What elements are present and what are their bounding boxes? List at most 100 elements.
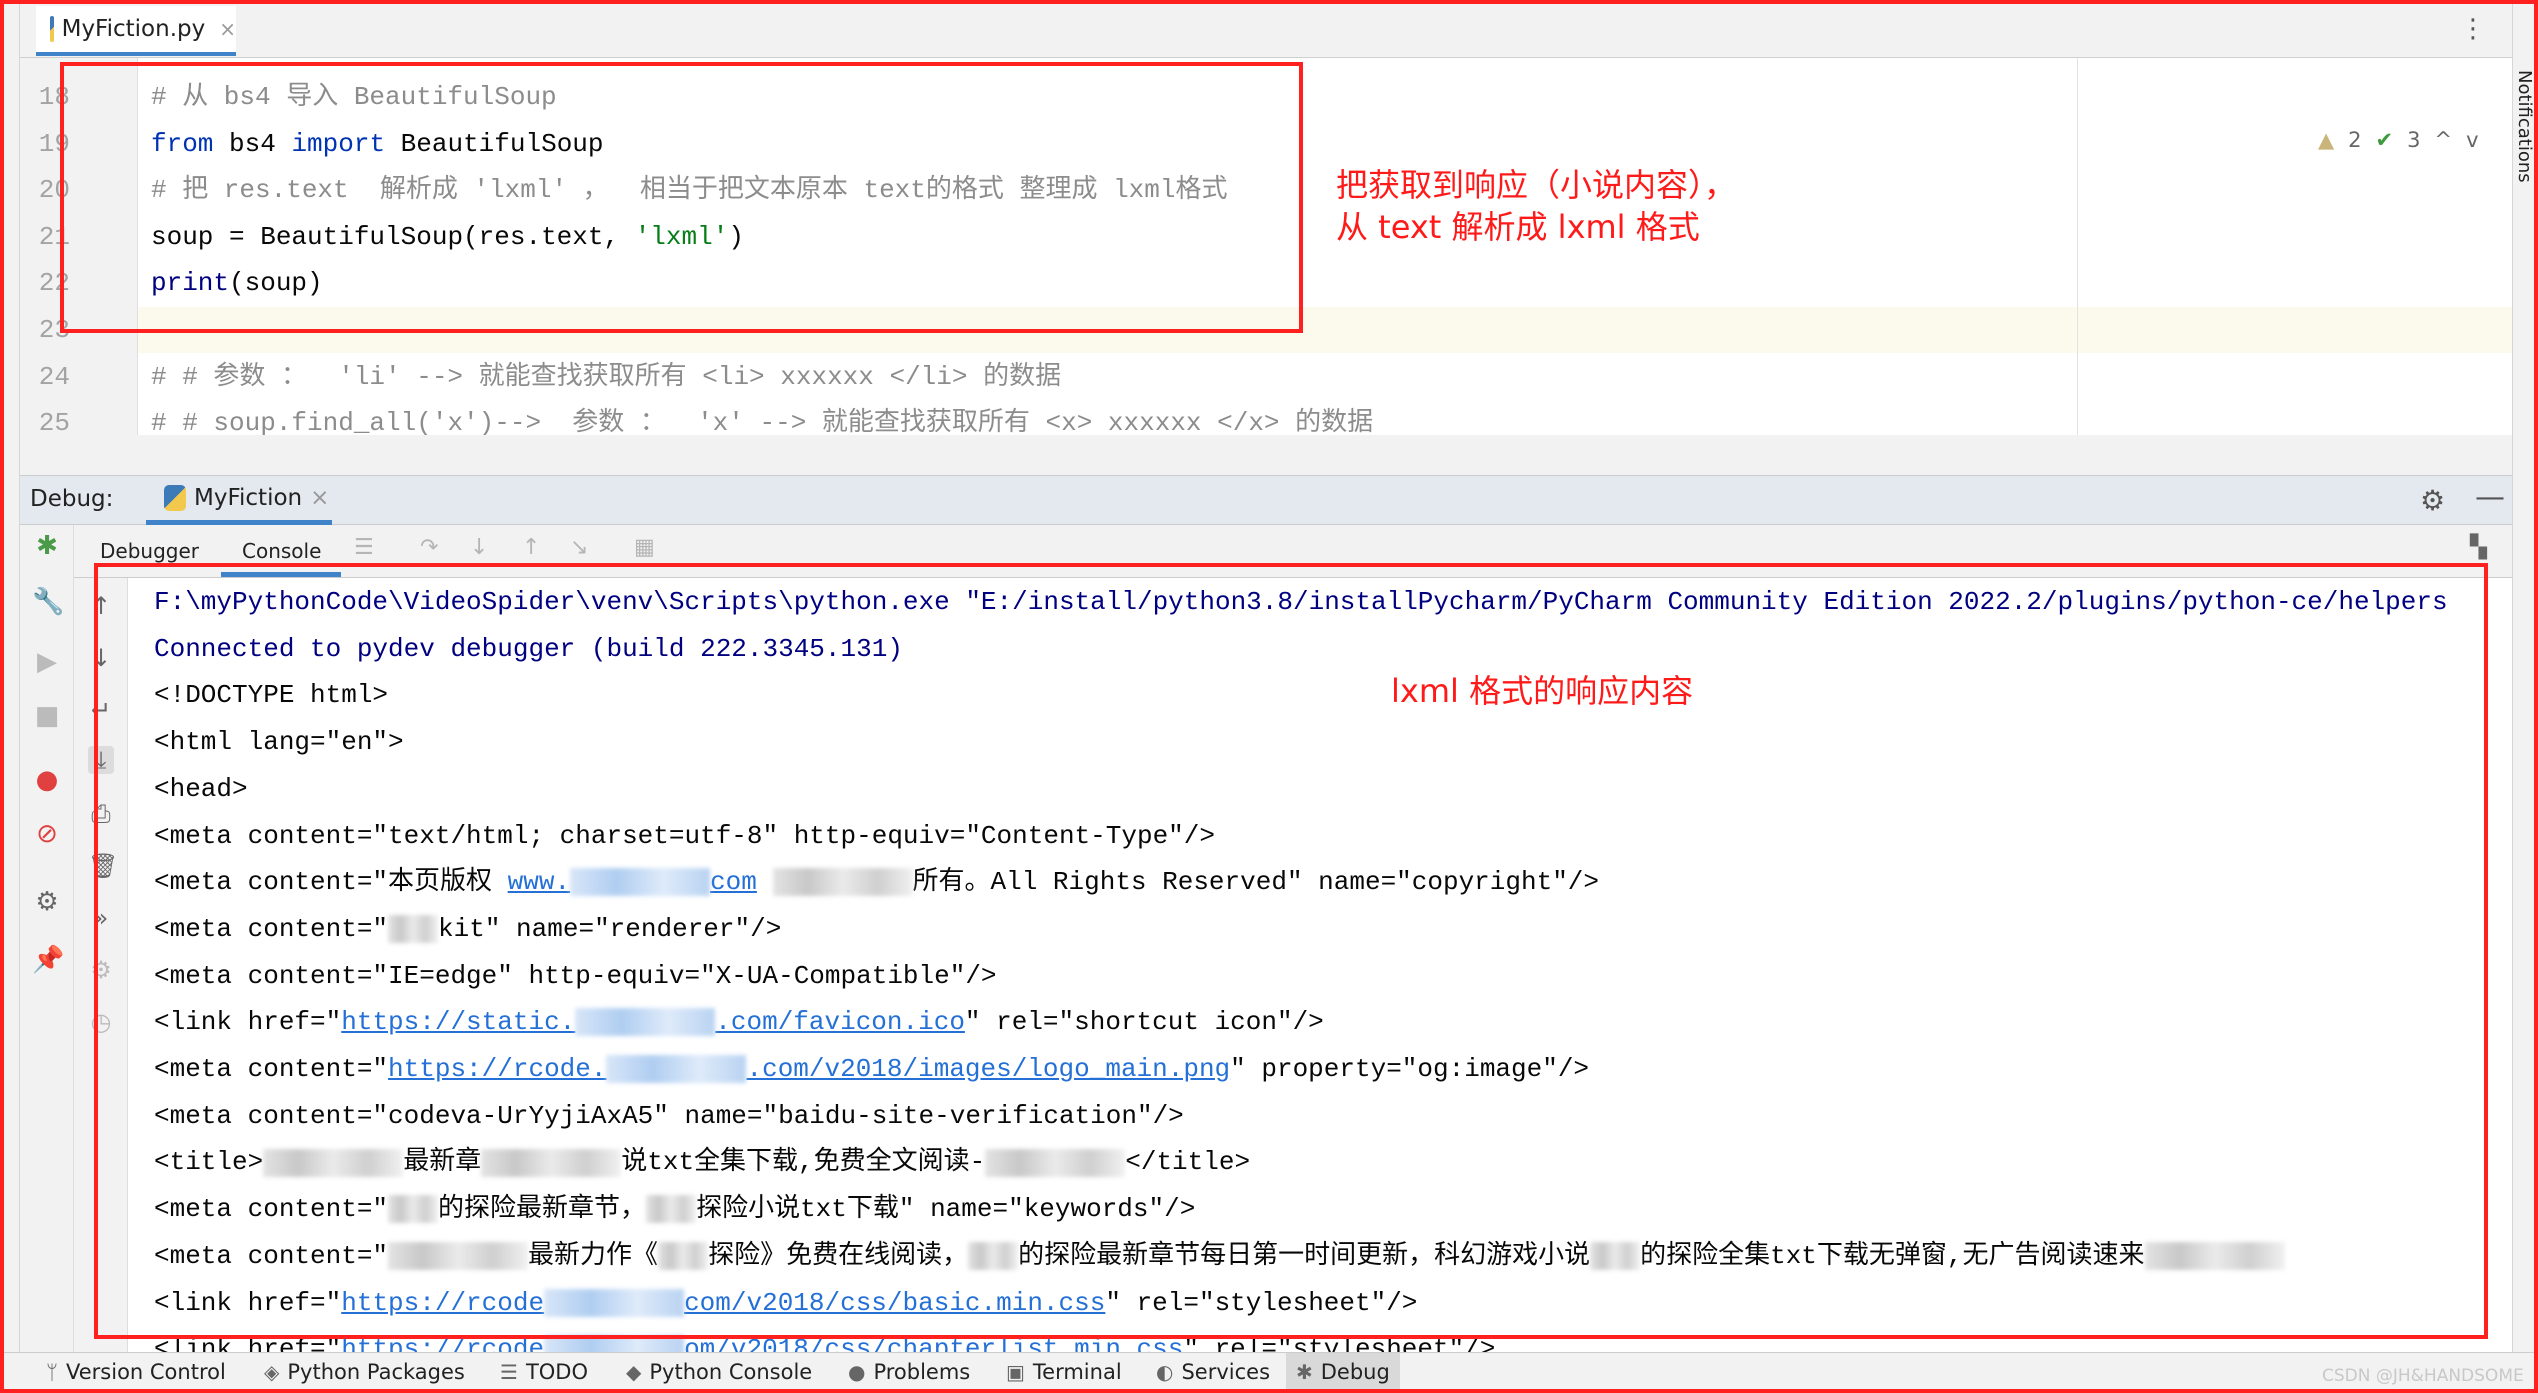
console-line: <title> 最新章 说txt全集下载,免费全文阅读- </title> (154, 1139, 1250, 1185)
code-token: # # 参数 ： 'li' --> 就能查找获取所有 <li> xxxxxx <… (151, 361, 1062, 392)
minimize-icon[interactable]: — (2475, 480, 2505, 515)
toolwindow-todo[interactable]: ☰ TODO (490, 1353, 598, 1391)
code-token: import (291, 128, 386, 159)
redacted-text (570, 868, 711, 897)
toolwindow-version-control[interactable]: ᛘ Version Control (36, 1353, 236, 1391)
console-link[interactable]: https://static. (341, 1007, 575, 1037)
services-icon: ◐ (1156, 1360, 1174, 1384)
console-output[interactable]: F:\myPythonCode\VideoSpider\venv\Scripts… (128, 578, 2512, 1352)
more-icon[interactable]: » (88, 904, 114, 932)
previous-highlight-icon[interactable]: ^ (2435, 128, 2453, 152)
soft-wrap-icon[interactable]: ↵ (88, 696, 114, 724)
console-link[interactable]: https://rcode (341, 1334, 544, 1352)
console-text: <link href=" (154, 1287, 342, 1318)
console-link[interactable]: com (710, 867, 757, 897)
line-number: 25 (38, 408, 70, 435)
tab-console[interactable]: Console (242, 539, 321, 563)
close-icon[interactable]: × (219, 17, 236, 41)
settings-icon[interactable]: ⚙ (32, 887, 62, 917)
code-editor[interactable]: # 从 bs4 导入 BeautifulSoup from bs4 import … (20, 58, 2512, 435)
python-icon (164, 485, 186, 511)
toolwindow-label: Python Console (649, 1360, 813, 1384)
pin-icon[interactable]: 📌 (32, 945, 64, 975)
breakpoints-icon[interactable]: ● (32, 765, 62, 795)
history-icon[interactable]: ◷ (88, 1008, 114, 1036)
python-icon: ◆ (626, 1360, 642, 1384)
console-text: </title> (1125, 1147, 1251, 1178)
more-options-icon[interactable]: ⋮ (2460, 14, 2486, 44)
resume-icon[interactable]: ▶ (32, 647, 62, 677)
line-number: 19 (38, 128, 70, 159)
layout-icon[interactable]: ▚ (2470, 535, 2487, 560)
frames-icon[interactable]: ☰ (354, 535, 374, 560)
mute-breakpoints-icon[interactable]: ⊘ (32, 819, 62, 849)
next-highlight-icon[interactable]: v (2466, 128, 2478, 152)
toolwindow-debug[interactable]: ✱ Debug (1286, 1353, 1400, 1391)
close-icon[interactable]: × (310, 485, 329, 511)
console-link[interactable]: www. (508, 867, 570, 897)
code-token: bs4 (213, 128, 292, 159)
console-link[interactable]: om/v2018/css/chapterlist.min.css (684, 1334, 1183, 1352)
console-link[interactable]: https://rcode. (388, 1054, 606, 1084)
terminal-icon: ▣ (1006, 1360, 1025, 1384)
console-text: 说txt全集下载,免费全文阅读- (621, 1147, 986, 1178)
redacted-text (263, 1148, 404, 1177)
toolwindow-label: TODO (525, 1360, 588, 1384)
toolwindow-terminal[interactable]: ▣ Terminal (996, 1353, 1132, 1391)
console-text: <meta content=" (154, 1240, 389, 1271)
left-tool-strip (0, 0, 20, 1393)
stop-icon[interactable]: ■ (32, 701, 62, 731)
console-text: <html lang="en"> (154, 727, 404, 758)
inspection-widget[interactable]: ▲ 2 ✔ 3 ^ v (2318, 128, 2479, 152)
tab-debugger[interactable]: Debugger (100, 539, 199, 563)
notifications-tab[interactable]: Notifications (2514, 70, 2535, 183)
scroll-to-end-icon[interactable]: ⤓ (88, 746, 114, 774)
console-text: 最新力作《 (528, 1240, 659, 1271)
step-into-icon[interactable]: ↓ (470, 535, 488, 560)
console-link[interactable]: com/v2018/css/basic.min.css (684, 1288, 1105, 1318)
session-label: MyFiction (194, 485, 303, 511)
bug-icon: ✱ (1296, 1360, 1313, 1384)
console-text: 的探险全集txt下载无弹窗,无广告阅读速来 (1640, 1240, 2145, 1271)
python-file-icon (50, 16, 54, 42)
python-prompt-icon[interactable]: ⚙ (88, 956, 114, 984)
console-text: F:\myPythonCode\VideoSpider\venv\Scripts… (154, 587, 2448, 617)
console-text: <link href=" (154, 1334, 342, 1352)
console-line: <link href="https://rcode com/v2018/css/b… (154, 1280, 1417, 1326)
toolwindow-python-packages[interactable]: ◈ Python Packages (254, 1353, 475, 1391)
toolwindow-services[interactable]: ◐ Services (1146, 1353, 1280, 1391)
bug-icon[interactable]: ✱ (32, 531, 62, 561)
line-number: 23 (38, 315, 70, 345)
down-arrow-icon[interactable]: ↓ (88, 644, 114, 672)
gear-icon[interactable]: ⚙ (2420, 484, 2445, 517)
console-link[interactable]: .com/favicon.ico (715, 1007, 965, 1037)
evaluate-icon[interactable]: ▦ (634, 535, 655, 560)
warning-count: 2 (2348, 128, 2362, 152)
toolwindow-label: Terminal (1032, 1360, 1122, 1384)
redacted-text (388, 1195, 439, 1224)
toolwindow-python-console[interactable]: ◆ Python Console (616, 1353, 822, 1391)
step-over-icon[interactable]: ↷ (420, 535, 438, 560)
toolwindow-label: Problems (873, 1360, 971, 1384)
console-link[interactable]: https://rcode (341, 1288, 544, 1318)
toolwindow-problems[interactable]: ● Problems (838, 1353, 980, 1391)
weak-warning-count: 3 (2407, 128, 2421, 152)
console-line: <!DOCTYPE html> (154, 672, 388, 718)
run-to-cursor-icon[interactable]: ↘ (570, 535, 588, 560)
debug-label: Debug: (30, 486, 114, 512)
debug-session-tab[interactable]: MyFiction × (146, 476, 332, 525)
toolwindow-label: Python Packages (287, 1360, 465, 1384)
up-arrow-icon[interactable]: ↑ (88, 592, 114, 620)
step-out-icon[interactable]: ↑ (522, 535, 540, 560)
code-token: from (151, 128, 214, 159)
right-margin-guide (2077, 58, 2078, 435)
right-tool-strip (2512, 0, 2538, 1352)
trash-icon[interactable]: 🗑 (88, 852, 118, 880)
wrench-icon[interactable]: 🔧 (32, 587, 64, 617)
print-icon[interactable]: ⎙ (88, 800, 114, 828)
tab-myfiction-py[interactable]: MyFiction.py × (36, 6, 236, 56)
code-line: # # 参数 ： 'li' --> 就能查找获取所有 <li> xxxxxx <… (151, 354, 1061, 400)
console-text: 最新章 (403, 1147, 482, 1178)
console-text: kit" name="renderer"/> (438, 913, 782, 944)
console-link[interactable]: .com/v2018/images/logo_main.png (746, 1054, 1230, 1084)
